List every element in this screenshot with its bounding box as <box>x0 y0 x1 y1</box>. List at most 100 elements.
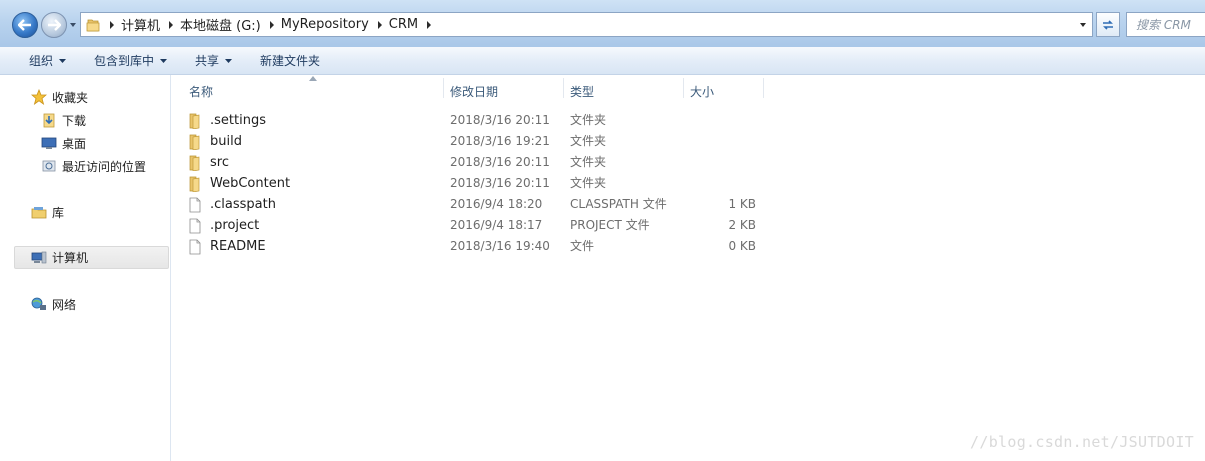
file-icon <box>187 239 203 255</box>
nav-favorites[interactable]: 收藏夹 <box>30 86 88 108</box>
file-name: build <box>210 134 242 149</box>
file-type: CLASSPATH 文件 <box>570 197 667 211</box>
file-name: .project <box>210 218 260 233</box>
breadcrumb-separator-icon[interactable] <box>373 20 387 29</box>
file-name: README <box>210 239 266 254</box>
share-menu-button[interactable]: 共享 <box>189 47 238 74</box>
file-size <box>686 173 756 194</box>
sort-ascending-icon <box>309 76 317 81</box>
column-header-type[interactable]: 类型 <box>570 80 594 102</box>
nav-computer-label: 计算机 <box>52 251 89 265</box>
forward-button[interactable] <box>41 12 67 38</box>
file-row-webcontent[interactable]: WebContent 2018/3/16 20:11 文件夹 <box>172 173 772 194</box>
breadcrumb-myrepository[interactable]: MyRepository <box>279 17 373 32</box>
organize-label: 组织 <box>29 54 54 68</box>
file-name: .settings <box>210 113 266 128</box>
search-box[interactable] <box>1126 12 1205 37</box>
nav-network[interactable]: 网络 <box>30 293 76 315</box>
downloads-folder-icon <box>40 112 58 128</box>
breadcrumb: 计算机 本地磁盘 (G:) MyRepository CRM <box>105 13 436 36</box>
column-header-date-modified[interactable]: 修改日期 <box>450 80 498 102</box>
recent-pages-dropdown-icon[interactable] <box>68 20 78 30</box>
file-type: 文件夹 <box>570 155 607 169</box>
command-toolbar: 组织 包含到库中 共享 新建文件夹 <box>0 47 1205 75</box>
arrow-right-icon <box>48 19 61 31</box>
computer-icon <box>30 250 48 266</box>
file-row-settings[interactable]: .settings 2018/3/16 20:11 文件夹 <box>172 110 772 131</box>
file-row-project[interactable]: .project 2016/9/4 18:17 PROJECT 文件 2 KB <box>172 215 772 236</box>
breadcrumb-crm[interactable]: CRM <box>387 17 422 32</box>
refresh-button[interactable] <box>1096 12 1120 37</box>
file-date: 2016/9/4 18:17 <box>450 218 543 232</box>
folder-icon <box>86 19 100 31</box>
nav-favorites-label: 收藏夹 <box>52 90 89 105</box>
breadcrumb-computer[interactable]: 计算机 <box>119 15 164 34</box>
file-name: src <box>210 155 229 170</box>
address-history-dropdown-icon[interactable] <box>1078 20 1088 30</box>
column-header-size-label: 大小 <box>690 84 715 99</box>
include-in-library-label: 包含到库中 <box>94 54 155 68</box>
column-divider[interactable] <box>443 78 444 98</box>
chevron-down-icon <box>160 58 168 63</box>
file-size: 2 KB <box>728 218 756 232</box>
breadcrumb-separator-icon[interactable] <box>164 20 178 29</box>
file-size: 0 KB <box>728 239 756 253</box>
column-header-size[interactable]: 大小 <box>690 80 714 102</box>
folder-icon <box>187 113 203 129</box>
nav-recent-places-label: 最近访问的位置 <box>62 159 147 174</box>
chevron-down-icon <box>225 58 233 63</box>
folder-icon <box>187 155 203 171</box>
address-bar[interactable]: 计算机 本地磁盘 (G:) MyRepository CRM <box>80 12 1093 37</box>
nav-network-label: 网络 <box>52 297 77 312</box>
file-date: 2018/3/16 19:21 <box>450 134 550 148</box>
file-date: 2018/3/16 20:11 <box>450 113 550 127</box>
nav-computer[interactable]: 计算机 <box>14 246 169 269</box>
column-header-date-label: 修改日期 <box>450 84 499 99</box>
file-type: 文件夹 <box>570 176 607 190</box>
search-input[interactable] <box>1136 17 1205 32</box>
refresh-icon <box>1103 19 1113 30</box>
file-date: 2018/3/16 19:40 <box>450 239 550 253</box>
nav-libraries-label: 库 <box>52 205 65 220</box>
file-size <box>686 110 756 131</box>
breadcrumb-separator-icon[interactable] <box>422 20 436 29</box>
navigation-pane: 收藏夹 下载 桌面 最近访问的位置 库 计算机 网络 <box>0 75 171 461</box>
organize-menu-button[interactable]: 组织 <box>23 47 72 74</box>
file-size: 1 KB <box>728 197 756 211</box>
file-type: PROJECT 文件 <box>570 218 650 232</box>
nav-downloads[interactable]: 下载 <box>40 109 86 131</box>
column-header-name-label: 名称 <box>189 84 214 99</box>
file-icon <box>187 218 203 234</box>
recent-places-icon <box>40 158 58 174</box>
column-divider[interactable] <box>683 78 684 98</box>
breadcrumb-local-disk[interactable]: 本地磁盘 (G:) <box>178 15 265 34</box>
file-date: 2018/3/16 20:11 <box>450 155 550 169</box>
desktop-icon <box>40 135 58 151</box>
star-icon <box>30 89 48 105</box>
nav-desktop-label: 桌面 <box>62 136 87 151</box>
nav-desktop[interactable]: 桌面 <box>40 132 86 154</box>
new-folder-button[interactable]: 新建文件夹 <box>254 47 326 74</box>
file-size <box>686 152 756 173</box>
file-row-readme[interactable]: README 2018/3/16 19:40 文件 0 KB <box>172 236 772 257</box>
file-row-build[interactable]: build 2018/3/16 19:21 文件夹 <box>172 131 772 152</box>
column-divider[interactable] <box>563 78 564 98</box>
network-icon <box>30 296 48 312</box>
file-row-classpath[interactable]: .classpath 2016/9/4 18:20 CLASSPATH 文件 1… <box>172 194 772 215</box>
chevron-down-icon <box>59 58 67 63</box>
nav-downloads-label: 下载 <box>62 113 87 128</box>
breadcrumb-separator-icon[interactable] <box>105 20 119 29</box>
include-in-library-button[interactable]: 包含到库中 <box>88 47 173 74</box>
file-type: 文件夹 <box>570 113 607 127</box>
file-icon <box>187 197 203 213</box>
back-button[interactable] <box>12 12 38 38</box>
nav-libraries[interactable]: 库 <box>30 201 64 223</box>
address-bar-area: 计算机 本地磁盘 (G:) MyRepository CRM <box>0 0 1205 47</box>
nav-recent-places[interactable]: 最近访问的位置 <box>40 155 146 177</box>
column-divider[interactable] <box>763 78 764 98</box>
breadcrumb-separator-icon[interactable] <box>265 20 279 29</box>
column-header-name[interactable]: 名称 <box>189 80 213 102</box>
file-row-src[interactable]: src 2018/3/16 20:11 文件夹 <box>172 152 772 173</box>
new-folder-label: 新建文件夹 <box>260 54 321 68</box>
file-date: 2016/9/4 18:20 <box>450 197 543 211</box>
